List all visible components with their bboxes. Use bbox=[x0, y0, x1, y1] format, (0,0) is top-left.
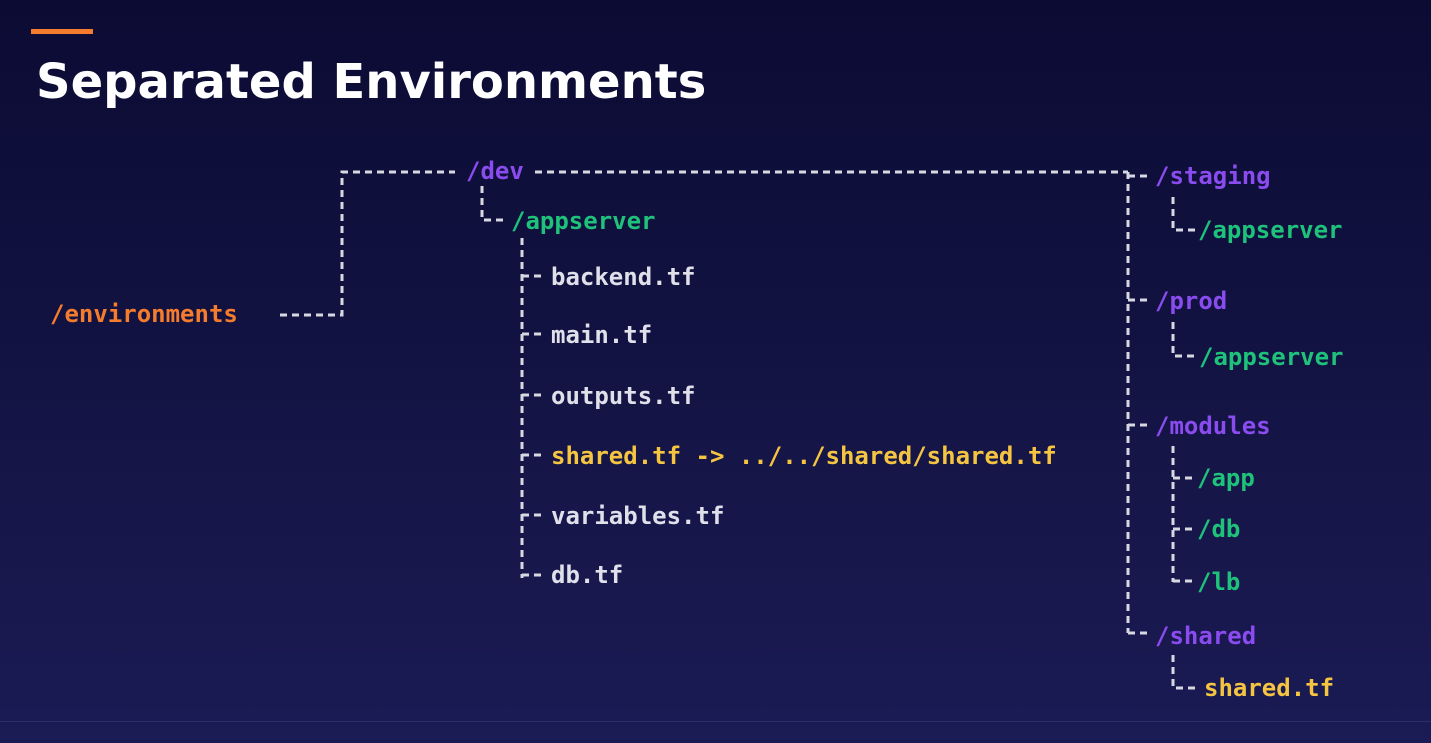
file-shared-tf: shared.tf bbox=[1204, 674, 1335, 702]
dir-module-app: /app bbox=[1197, 464, 1255, 492]
dir-shared: /shared bbox=[1155, 622, 1257, 650]
dir-modules: /modules bbox=[1155, 412, 1271, 440]
dir-prod: /prod bbox=[1155, 287, 1228, 315]
dir-staging-appserver: /appserver bbox=[1198, 216, 1343, 244]
dir-dev-appserver: /appserver bbox=[511, 207, 656, 235]
dir-prod-appserver: /appserver bbox=[1199, 343, 1344, 371]
root-dir-environments: /environments bbox=[50, 300, 238, 328]
connector-dev-appserver bbox=[480, 186, 507, 222]
dir-module-db: /db bbox=[1197, 515, 1241, 543]
file-main: main.tf bbox=[551, 321, 653, 349]
file-backend: backend.tf bbox=[551, 263, 696, 291]
dir-dev: /dev bbox=[466, 157, 524, 185]
footer-divider bbox=[0, 721, 1431, 722]
dir-module-lb: /lb bbox=[1197, 568, 1241, 596]
file-variables: variables.tf bbox=[551, 502, 725, 530]
file-shared-symlink: shared.tf -> ../../shared/shared.tf bbox=[551, 442, 1057, 470]
connector-prod-appserver bbox=[1171, 322, 1195, 358]
connector-shared-file bbox=[1171, 655, 1199, 690]
file-db: db.tf bbox=[551, 561, 624, 589]
dir-staging: /staging bbox=[1155, 162, 1271, 190]
file-outputs: outputs.tf bbox=[551, 382, 696, 410]
connector-root bbox=[280, 170, 455, 317]
connector-staging-appserver bbox=[1171, 197, 1195, 232]
